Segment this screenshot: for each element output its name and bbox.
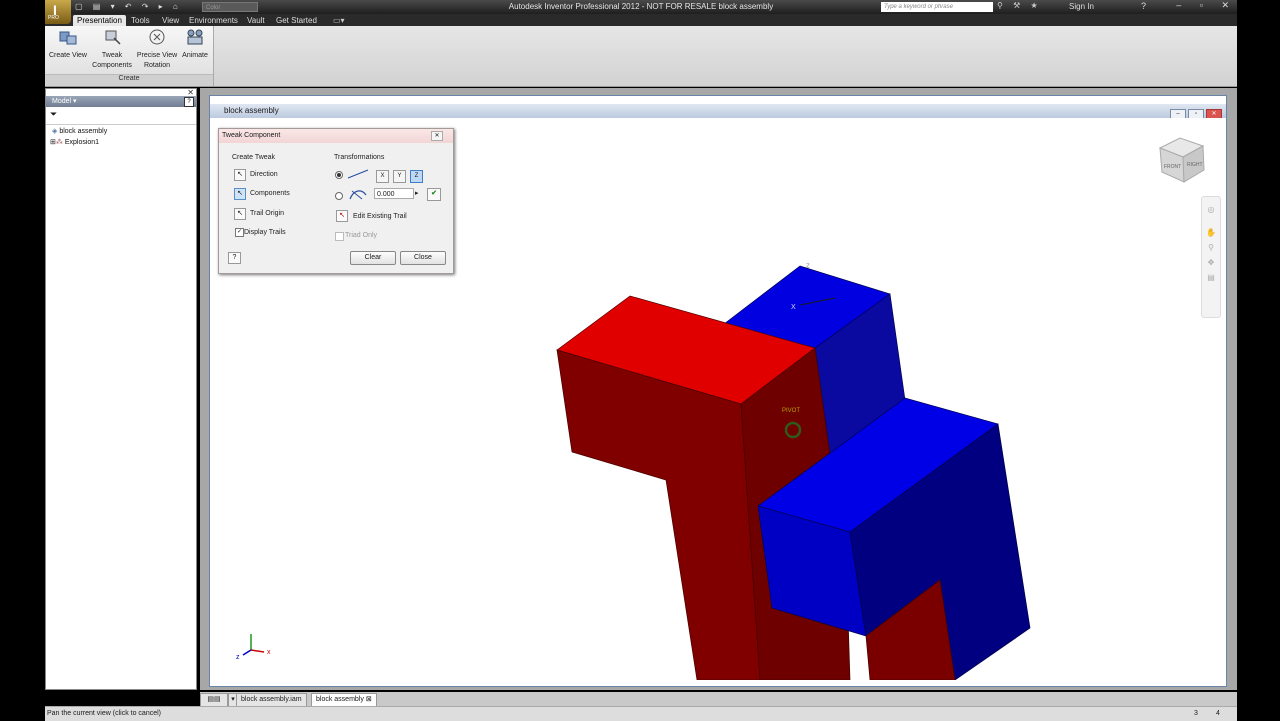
look-at-icon[interactable]: ▤ xyxy=(1202,273,1220,282)
status-count-2: 4 xyxy=(1216,710,1220,717)
close-button[interactable]: Close xyxy=(400,251,446,265)
transformations-label: Transformations xyxy=(334,154,385,161)
y-axis-button[interactable]: Y xyxy=(393,170,406,183)
help-icon[interactable]: ? xyxy=(1141,1,1146,11)
triad-x-label[interactable]: X xyxy=(791,304,796,311)
orbit-icon[interactable]: ✥ xyxy=(1202,258,1220,267)
browser-divider xyxy=(46,124,196,125)
animate-icon xyxy=(187,29,203,45)
axis-z-label: z xyxy=(236,654,240,661)
tweak-components-button[interactable]: Tweak Components xyxy=(90,28,134,71)
viewcube-front-label: FRONT xyxy=(1164,164,1181,170)
browser-header[interactable]: Model ▾? xyxy=(46,96,196,107)
create-view-button[interactable]: Create View xyxy=(47,28,89,61)
create-panel-label: Create xyxy=(45,74,213,86)
axis-z-line xyxy=(242,649,252,656)
navigation-bar[interactable]: ◎ ✋ ⚲ ✥ ▤ xyxy=(1201,196,1221,318)
document-titlebar[interactable]: block assembly – ▫ ✕ xyxy=(210,104,1226,120)
model-browser: ✕ Model ▾? ⏷ ◈ block assembly ⊞⁂ Explosi… xyxy=(45,88,197,690)
components-select-button[interactable]: ↖ xyxy=(234,188,246,200)
create-tweak-label: Create Tweak xyxy=(232,154,276,161)
tab-vault[interactable]: Vault xyxy=(243,15,269,26)
window-controls[interactable]: – ▫ ✕ xyxy=(1176,0,1237,11)
rotation-icon xyxy=(149,29,165,45)
tab-presentation[interactable]: Presentation xyxy=(73,15,126,26)
apply-check-button[interactable]: ✔ xyxy=(427,188,441,201)
rotation-radio[interactable] xyxy=(335,192,343,200)
edit-existing-trail-label: Edit Existing Trail xyxy=(353,213,407,220)
animate-button[interactable]: Animate xyxy=(179,28,211,61)
steering-wheel-icon[interactable]: ◎ xyxy=(1202,205,1220,214)
trail-origin-select-button[interactable]: ↖ xyxy=(234,208,246,220)
direction-label: Direction xyxy=(250,171,278,178)
dialog-close-icon[interactable]: ✕ xyxy=(431,131,443,141)
precise-view-rotation-button[interactable]: Precise View Rotation xyxy=(135,28,179,71)
infocenter-icons[interactable]: ⚲ ⚒ ★ xyxy=(997,1,1042,10)
tab-overflow-icon[interactable]: ▭▾ xyxy=(329,15,349,26)
triad-z-label[interactable]: Z xyxy=(806,264,810,270)
pan-icon[interactable]: ✋ xyxy=(1202,228,1220,237)
assembly-icon: ◈ xyxy=(52,128,58,135)
tree-item-block-assembly[interactable]: ◈ block assembly xyxy=(52,127,107,135)
trail-origin-label: Trail Origin xyxy=(250,210,284,217)
edit-existing-trail-button[interactable]: ↖ xyxy=(336,210,348,222)
rotate-icon xyxy=(349,190,367,200)
display-trails-checkbox[interactable]: ✓ xyxy=(235,228,244,237)
dialog-help-icon[interactable]: ? xyxy=(228,252,241,264)
ribbon-empty-area xyxy=(214,26,1237,86)
tab-tools[interactable]: Tools xyxy=(127,15,154,26)
tweak-components-icon xyxy=(105,30,121,45)
tab-view[interactable]: View xyxy=(158,15,183,26)
linear-move-icon xyxy=(347,169,369,179)
browser-help-icon[interactable]: ? xyxy=(184,97,194,107)
create-view-icon xyxy=(59,31,77,45)
document-title: block assembly xyxy=(224,106,279,115)
clear-button[interactable]: Clear xyxy=(350,251,396,265)
triad-only-label: Triad Only xyxy=(345,232,378,239)
doc-tab-presentation[interactable]: block assembly ⊠ xyxy=(311,693,377,707)
transform-value-input[interactable]: 0.000 xyxy=(374,188,414,199)
components-label: Components xyxy=(250,190,290,197)
tile-windows-icon[interactable]: ▤▤ xyxy=(200,693,228,707)
sign-in-link[interactable]: Sign In xyxy=(1069,2,1094,11)
axis-x-label: x xyxy=(267,649,271,656)
status-message: Pan the current view (click to cancel) xyxy=(47,710,161,717)
pivot-label: PIVOT xyxy=(782,408,800,414)
tweak-component-dialog: Tweak Component ✕ Create Tweak ↖ Directio… xyxy=(218,128,454,274)
viewcube-right-label: RIGHT xyxy=(1187,162,1203,168)
tab-get-started[interactable]: Get Started xyxy=(272,15,321,26)
doc-tab-iam[interactable]: block assembly.iam xyxy=(236,693,307,707)
zoom-icon[interactable]: ⚲ xyxy=(1202,243,1220,252)
document-tabs: ▤▤ ▾ block assembly.iam block assembly ⊠ xyxy=(200,692,1237,707)
status-bar: Pan the current view (click to cancel) 3… xyxy=(45,706,1237,721)
filter-icon[interactable]: ⏷ xyxy=(50,109,57,120)
doc-tab-close-icon[interactable]: ⊠ xyxy=(366,696,372,703)
application-menu-button[interactable]: I PRO xyxy=(45,0,71,24)
search-input[interactable]: Type a keyword or phrase xyxy=(881,2,993,12)
status-count-1: 3 xyxy=(1194,710,1198,717)
triad-only-checkbox[interactable] xyxy=(335,232,344,241)
tree-item-explosion1[interactable]: ⊞⁂ Explosion1 xyxy=(50,138,99,146)
title-bar: I PRO ▢ ▤ ▾ ↶ ↷ ▸ ⌂ Color Autodesk Invent… xyxy=(45,0,1237,24)
explosion-icon: ⁂ xyxy=(55,139,63,146)
display-trails-label: Display Trails xyxy=(244,229,286,236)
ribbon-tabs: Presentation Tools View Environments Vau… xyxy=(45,14,1237,26)
value-dropdown-icon[interactable]: ▸ xyxy=(415,189,419,197)
x-axis-button[interactable]: X xyxy=(376,170,389,183)
dialog-titlebar[interactable]: Tweak Component ✕ xyxy=(219,129,453,143)
direction-select-button[interactable]: ↖ xyxy=(234,169,246,181)
linear-radio[interactable] xyxy=(335,171,343,179)
z-axis-button[interactable]: Z xyxy=(410,170,423,183)
axis-x-line xyxy=(250,649,265,653)
window-title: Autodesk Inventor Professional 2012 - NO… xyxy=(508,2,774,11)
tab-environments[interactable]: Environments xyxy=(185,15,242,26)
